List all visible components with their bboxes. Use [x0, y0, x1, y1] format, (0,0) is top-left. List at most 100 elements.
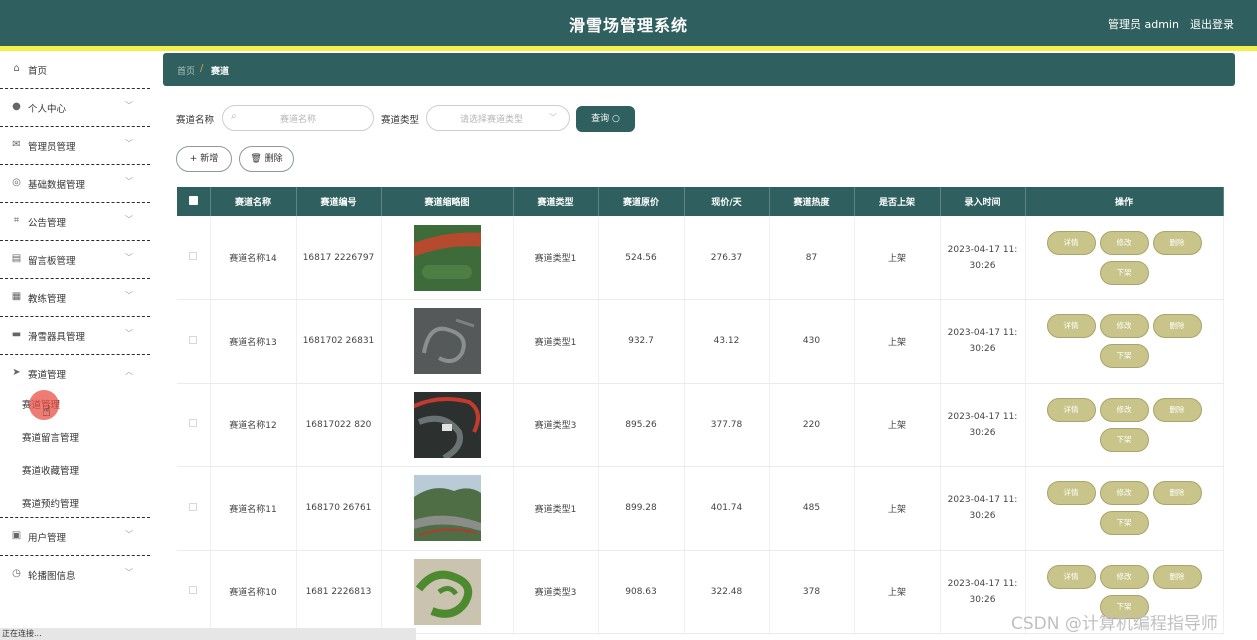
sidebar-item-label: 首页 — [28, 66, 48, 77]
sidebar-item-tracks[interactable]: ➤ 赛道管理 ︿ — [0, 355, 150, 393]
col-header: 是否上架 — [854, 187, 941, 216]
sidebar-item-home[interactable]: ⌂ 首页 — [0, 51, 150, 89]
current-user[interactable]: 管理员 admin — [1108, 16, 1179, 32]
row-checkbox[interactable] — [189, 502, 198, 511]
track-status: 上架 — [854, 299, 941, 384]
sidebar-item-label: 用户管理 — [28, 533, 67, 544]
chevron-down-icon: ﹀ — [125, 101, 133, 110]
search-type-label: 赛道类型 — [381, 115, 420, 126]
track-thumbnail[interactable] — [413, 224, 481, 291]
time-line: 2023-04-17 11: — [947, 328, 1018, 339]
search-type-select[interactable]: 请选择赛道类型 ﹀ — [426, 105, 570, 131]
edit-button[interactable]: 修改 — [1099, 397, 1149, 422]
sidebar-item-admins[interactable]: ✉ 管理员管理 ﹀ — [0, 127, 150, 165]
row-delete-button[interactable]: 删除 — [1152, 481, 1202, 506]
track-price: 899.28 — [598, 466, 685, 551]
select-all-checkbox[interactable] — [188, 195, 198, 205]
detail-button[interactable]: 详情 — [1046, 230, 1096, 255]
detail-button[interactable]: 详情 — [1046, 481, 1096, 506]
sidebar-item-notices[interactable]: ⌗ 公告管理 ﹀ — [0, 203, 150, 241]
table-row: 赛道名称14 16817 2226797 赛道类型1 524.56 276.37… — [177, 216, 1224, 300]
detail-button[interactable]: 详情 — [1046, 564, 1096, 589]
user-icon: ● — [12, 101, 21, 112]
sidebar-item-messages[interactable]: ▤ 留言板管理 ﹀ — [0, 241, 150, 279]
edit-button[interactable]: 修改 — [1099, 314, 1149, 339]
breadcrumb-separator: / — [200, 63, 204, 74]
track-price: 895.26 — [598, 383, 685, 467]
query-button[interactable]: 查询 ○ — [576, 106, 635, 132]
edit-button[interactable]: 修改 — [1099, 481, 1149, 506]
sidebar-item-base-data[interactable]: ◎ 基础数据管理 ﹀ — [0, 165, 150, 203]
track-price: 932.7 — [598, 299, 685, 384]
track-thumbnail[interactable] — [413, 391, 481, 458]
add-button[interactable]: + 新增 — [176, 146, 232, 172]
time-line: 30:26 — [969, 260, 996, 271]
ops-cell: 详情 修改 删除下架 — [1025, 299, 1224, 384]
detail-button[interactable]: 详情 — [1046, 314, 1096, 339]
offshelf-button[interactable]: 下架 — [1099, 344, 1149, 369]
track-current-price: 322.48 — [684, 550, 770, 634]
track-thumbnail[interactable] — [413, 558, 481, 625]
table-header-row: 赛道名称 赛道编号 赛道缩略图 赛道类型 赛道原价 现价/天 赛道热度 是否上架… — [177, 187, 1224, 216]
sidebar-item-coaches[interactable]: ▦ 教练管理 ﹀ — [0, 279, 150, 317]
sidebar-item-profile[interactable]: ● 个人中心 ﹀ — [0, 89, 150, 127]
top-header: 滑雪场管理系统 管理员 admin 退出登录 — [0, 0, 1257, 46]
track-status: 上架 — [854, 466, 941, 551]
track-status: 上架 — [854, 216, 941, 300]
track-thumbnail[interactable] — [413, 475, 481, 542]
col-header: 录入时间 — [940, 187, 1026, 216]
chevron-down-icon: ﹀ — [125, 291, 133, 300]
col-header: 赛道缩略图 — [381, 187, 514, 216]
compass-icon: ◎ — [12, 177, 21, 188]
track-code: 16817022 820 — [296, 383, 382, 467]
search-name-placeholder: 赛道名称 — [280, 115, 317, 125]
sidebar-subitem-track-bookings[interactable]: 赛道预约管理 — [22, 496, 79, 510]
search-name-label: 赛道名称 — [176, 115, 215, 126]
edit-button[interactable]: 修改 — [1099, 230, 1149, 255]
row-delete-button[interactable]: 删除 — [1152, 564, 1202, 589]
row-delete-button[interactable]: 删除 — [1152, 230, 1202, 255]
track-code: 1681702 26831 — [296, 299, 382, 384]
crop-icon: ⌗ — [13, 215, 20, 226]
chevron-down-icon: ﹀ — [549, 113, 557, 122]
sidebar-item-label: 轮播图信息 — [28, 571, 76, 582]
search-name-input[interactable]: ⌕ 赛道名称 — [222, 105, 374, 131]
search-type-placeholder: 请选择赛道类型 — [460, 115, 524, 125]
sidebar-item-users[interactable]: ▣ 用户管理 ﹀ — [0, 518, 150, 556]
track-code: 16817 2226797 — [296, 216, 382, 300]
row-delete-button[interactable]: 删除 — [1152, 397, 1202, 422]
sidebar-item-label: 滑雪器具管理 — [28, 332, 86, 343]
detail-button[interactable]: 详情 — [1046, 397, 1096, 422]
select-all-header[interactable] — [177, 187, 211, 216]
browser-status-bar: 正在连接... — [0, 628, 416, 640]
track-thumbnail[interactable] — [413, 308, 481, 375]
row-select-cell — [177, 216, 211, 300]
thumbnail-cell — [381, 466, 514, 551]
app-title: 滑雪场管理系统 — [568, 16, 688, 35]
row-checkbox[interactable] — [189, 335, 198, 344]
offshelf-button[interactable]: 下架 — [1099, 260, 1149, 285]
track-current-price: 43.12 — [684, 299, 770, 384]
time-line: 2023-04-17 11: — [947, 495, 1018, 506]
sidebar-item-equipment[interactable]: ▬ 滑雪器具管理 ﹀ — [0, 317, 150, 355]
sidebar-item-label: 基础数据管理 — [28, 180, 86, 191]
offshelf-button[interactable]: 下架 — [1099, 511, 1149, 536]
row-checkbox[interactable] — [189, 252, 198, 260]
row-checkbox[interactable] — [189, 419, 198, 428]
row-checkbox[interactable] — [189, 586, 198, 595]
sidebar-item-carousel[interactable]: ◷ 轮播图信息 ﹀ — [0, 556, 150, 594]
sidebar-subitem-track-messages[interactable]: 赛道留言管理 — [22, 430, 79, 444]
table-row: 赛道名称11 168170 26761 赛道类型1 899.28 401.74 … — [177, 466, 1224, 551]
sidebar-subitem-track-favorites[interactable]: 赛道收藏管理 — [22, 463, 79, 477]
track-type: 赛道类型1 — [513, 466, 599, 551]
row-delete-button[interactable]: 删除 — [1152, 314, 1202, 339]
chevron-down-icon: ﹀ — [125, 139, 133, 148]
logout-link[interactable]: 退出登录 — [1190, 16, 1234, 32]
ops-cell: 详情 修改 删除下架 — [1025, 216, 1224, 300]
offshelf-button[interactable]: 下架 — [1099, 427, 1149, 452]
ops-cell: 详情 修改 删除下架 — [1025, 466, 1224, 551]
edit-button[interactable]: 修改 — [1099, 564, 1149, 589]
breadcrumb-home[interactable]: 首页 — [177, 64, 195, 77]
delete-button[interactable]: 🗑 删除 — [239, 146, 294, 172]
sidebar-item-label: 赛道管理 — [28, 370, 67, 381]
